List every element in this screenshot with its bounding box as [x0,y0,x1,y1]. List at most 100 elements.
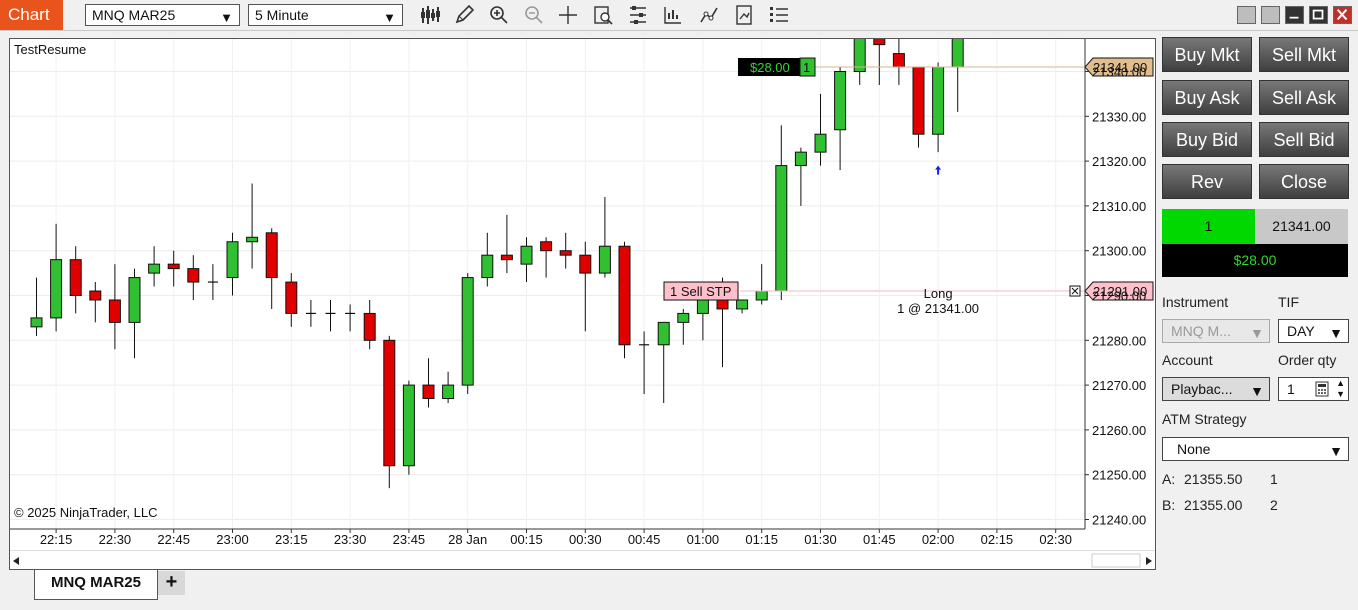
bar-type-icon[interactable] [419,4,441,26]
atm-strategy-select[interactable]: None ▼ [1162,437,1349,461]
candle-body [187,268,200,283]
horizontal-scrollbar[interactable] [10,550,1155,569]
price-tick-label: 21290.00 [1092,289,1146,304]
candle-body [50,259,63,319]
tif-select-value: DAY [1287,323,1315,339]
candle-body [775,165,788,292]
candle-body [285,281,298,314]
time-axis: 22:15 22:30 22:45 23:00 23:15 23:30 23:45 28 Ja… [10,528,1085,547]
instrument-panel-value: MNQ M... [1171,323,1231,339]
candle-body [951,39,964,68]
candle-body [657,321,670,346]
price-tick-label: 21280.00 [1092,333,1146,348]
add-tab-button[interactable]: + [158,571,185,595]
candle-body [873,39,886,46]
chart-area[interactable]: 1 Sell LMT21391.001 Sell STP21291.00$28.… [9,38,1156,570]
candle-body [736,299,749,310]
window-link-button[interactable] [1261,6,1280,24]
zoom-out-icon[interactable] [523,4,545,26]
instrument-select-panel[interactable]: MNQ M... ▼ [1162,319,1270,343]
candle-body [422,384,435,400]
time-tick-label: 02:00 [922,532,955,547]
pencil-icon[interactable] [453,4,475,26]
price-tick-label: 21300.00 [1092,244,1146,259]
candle-body [363,312,376,341]
close-window-button[interactable] [1333,6,1352,24]
time-tick-label: 22:45 [157,532,190,547]
candle-body [814,133,827,153]
sell-stp-label[interactable]: 1 Sell STP [670,284,731,299]
sell-ask-button[interactable]: Sell Ask [1259,80,1349,115]
close-icon [1336,9,1348,21]
time-tick-label: 22:30 [99,532,132,547]
qty-stepper-icon[interactable]: ▲ ▼ [1336,378,1345,400]
sell-bid-button[interactable]: Sell Bid [1259,122,1349,157]
templates-icon[interactable] [733,4,755,26]
chart-properties-icon[interactable] [627,4,649,26]
instrument-label: Instrument [1162,294,1229,310]
candle-body [912,66,925,135]
close-position-button[interactable]: Close [1259,164,1349,199]
candle-body [755,290,768,301]
zoom-in-icon[interactable] [488,4,510,26]
instrument-select[interactable]: MNQ MAR25 ▼ [85,4,240,26]
instrument-select-value: MNQ MAR25 [92,7,176,23]
candlesticks [30,39,964,489]
candle-body [520,245,533,265]
buy-execution-arrow-icon [935,165,942,175]
candle-body [402,384,415,467]
order-qty-label: Order qty [1278,352,1337,368]
chart-tab[interactable]: Chart [0,0,63,30]
buy-bid-button[interactable]: Buy Bid [1162,122,1252,157]
time-tick-label: 01:45 [863,532,896,547]
strategies-icon[interactable] [698,4,720,26]
instrument-tab[interactable]: MNQ MAR25 [34,570,158,600]
time-tick-label: 01:30 [804,532,837,547]
chart-trader-panel: Buy Mkt Sell Mkt Buy Ask Sell Ask Buy Bi… [1156,31,1358,610]
time-tick-label: 23:15 [275,532,308,547]
chevron-down-icon: ▼ [1329,325,1343,341]
price-chart[interactable]: 1 Sell LMT21391.001 Sell STP21291.00$28.… [10,39,1155,550]
scroll-left-icon [13,557,19,565]
price-tick-label: 21320.00 [1092,154,1146,169]
position-qty-chart: 1 [803,60,810,75]
chevron-down-icon: ▼ [383,10,396,25]
time-tick-label: 00:45 [628,532,661,547]
calculator-icon[interactable] [1315,381,1329,403]
candle-body [540,241,553,252]
interval-select[interactable]: 5 Minute ▼ [248,4,403,26]
buy-market-button[interactable]: Buy Mkt [1162,37,1252,72]
tif-label: TIF [1278,294,1299,310]
sell-market-button[interactable]: Sell Mkt [1259,37,1349,72]
tif-select[interactable]: DAY ▼ [1278,319,1349,343]
candle-body [69,259,82,297]
toolbar: Chart MNQ MAR25 ▼ 5 Minute ▼ [0,0,1358,31]
candle-body [148,263,161,274]
order-qty-input[interactable]: 1 ▲ ▼ [1278,377,1349,401]
minimize-button[interactable] [1285,6,1304,24]
candle-body [30,317,43,328]
time-tick-label: 22:15 [40,532,73,547]
buy-ask-button[interactable]: Buy Ask [1162,80,1252,115]
indicators-icon[interactable] [662,4,684,26]
account-select[interactable]: Playbac... ▼ [1162,377,1270,401]
atm-strategy-value: None [1177,441,1211,457]
candle-body [246,236,259,243]
reverse-button[interactable]: Rev [1162,164,1252,199]
price-tick-label: 21340.00 [1092,65,1146,80]
candle-body [559,250,572,256]
list-icon[interactable] [768,4,790,26]
candle-body [834,71,847,131]
data-box-icon[interactable] [592,4,614,26]
window-option-button[interactable] [1237,6,1256,24]
bid-label: B: [1162,497,1176,513]
candle-body [892,53,905,68]
order-qty-value: 1 [1287,381,1295,397]
crosshair-icon[interactable] [557,4,579,26]
maximize-button[interactable] [1309,6,1328,24]
candle-body [932,66,945,135]
candle-body [128,277,141,323]
position-pnl: $28.00 [750,60,790,75]
candle-body [794,151,807,167]
chevron-down-icon: ▼ [1250,383,1264,399]
